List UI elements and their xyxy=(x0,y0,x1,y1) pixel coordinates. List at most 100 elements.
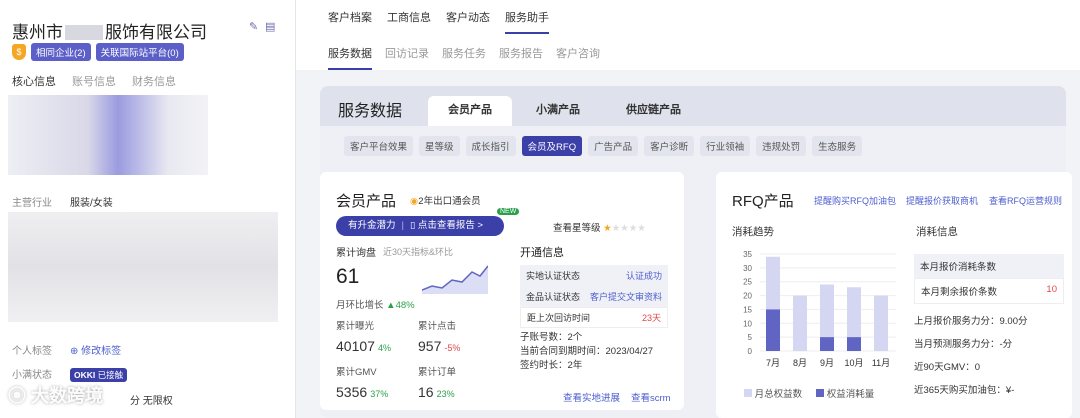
clipboard-icon: ▯ xyxy=(409,220,416,231)
y-tick-label: 20 xyxy=(743,292,752,301)
open-info-title: 开通信息 xyxy=(520,247,564,259)
shield-icon: $ xyxy=(12,44,26,60)
consume-table: 本月报价消耗条数 本月剩余报价条数 10 xyxy=(914,254,1064,304)
okki-badge: OKKI 已接触 xyxy=(70,368,128,382)
xiaoman-label: 小满状态 xyxy=(12,370,52,381)
chip-star-level[interactable]: 星等级 xyxy=(419,136,460,156)
customer-sidebar: 惠州市 服饰有限公司 ✎ ▤ $ 相同企业(2) 关联国际站平台(0) 核心信息 … xyxy=(0,0,296,418)
tab-business-info[interactable]: 工商信息 xyxy=(387,9,431,34)
document-icon[interactable]: ▤ xyxy=(265,20,277,33)
masked-block xyxy=(8,212,278,322)
industry-value: 服装/女装 xyxy=(70,198,113,209)
tab-service-assistant[interactable]: 服务助手 xyxy=(505,9,549,34)
tab-account-info[interactable]: 账号信息 xyxy=(72,73,116,89)
new-badge: NEW xyxy=(497,208,520,215)
consume-row: 本月报价消耗条数 xyxy=(920,262,997,273)
member-title: 会员产品 xyxy=(336,193,397,210)
y-tick-label: 30 xyxy=(743,264,752,273)
masked-text xyxy=(65,25,103,40)
chip-ad-product[interactable]: 广告产品 xyxy=(588,136,639,156)
tab-visit-records[interactable]: 回访记录 xyxy=(385,45,429,70)
tab-member-product[interactable]: 会员产品 xyxy=(428,96,512,126)
consumption-trend-chart: 0 5 10 15 20 25 30 35 7月 8月 9月 10月 11月 xyxy=(743,250,896,368)
tab-service-tasks[interactable]: 服务任务 xyxy=(442,45,486,70)
y-tick-label: 35 xyxy=(743,250,752,259)
panel-title: 服务数据 xyxy=(338,103,403,120)
edit-tag-link[interactable]: ⊕ 修改标签 xyxy=(70,346,121,357)
consume-row: 本月剩余报价条数 10 xyxy=(914,278,1064,304)
view-visit-link[interactable]: 查看实地进展 xyxy=(563,390,620,404)
watermark-logo: ⦿ 大数跨境 xyxy=(8,386,104,406)
tab-service-report[interactable]: 服务报告 xyxy=(499,45,543,70)
related-company-badge[interactable]: 相同企业(2) xyxy=(31,43,91,61)
tab-core-info[interactable]: 核心信息 xyxy=(12,73,56,89)
star-level-link[interactable]: 查看星等级 ★★★★★ xyxy=(553,220,646,234)
bar-total xyxy=(793,295,807,351)
x-tick-label: 11月 xyxy=(872,358,890,368)
stat-orders: 累计订单 16 23% xyxy=(418,367,457,400)
tag-label: 个人标签 xyxy=(12,346,52,357)
y-tick-label: 10 xyxy=(743,319,752,328)
chip-member-rfq[interactable]: 会员及RFQ xyxy=(521,136,583,156)
stat-clicks: 累计点击 957 -5% xyxy=(418,321,461,354)
bar-consumed xyxy=(820,337,834,351)
legend-total: 月总权益数 xyxy=(744,386,802,400)
rfq-rules-link[interactable]: 查看RFQ运营规则 xyxy=(989,194,1062,207)
chart-legend: 月总权益数 权益消耗量 xyxy=(744,386,874,400)
chip-ecosystem[interactable]: 生态服务 xyxy=(812,136,863,156)
open-info-row: 实地认证状态 认证成功 xyxy=(526,271,662,281)
trend-title: 消耗趋势 xyxy=(732,226,774,238)
tab-finance-info[interactable]: 财务信息 xyxy=(132,73,176,89)
member-tag: ◉2年出口通会员 xyxy=(410,196,481,207)
tab-customer-profile[interactable]: 客户档案 xyxy=(328,9,372,34)
y-tick-label: 15 xyxy=(743,305,752,314)
y-tick-label: 25 xyxy=(743,278,752,287)
tab-customer-consult[interactable]: 客户咨询 xyxy=(556,45,600,70)
chip-platform-effect[interactable]: 客户平台效果 xyxy=(344,136,414,156)
stat-exposure: 累计曝光 40107 4% xyxy=(336,321,392,354)
inquiry-value: 61 xyxy=(336,265,360,288)
view-scrm-link[interactable]: 查看scrm xyxy=(631,390,671,404)
inquiry-label: 累计询盘 xyxy=(336,248,376,259)
contract-info: 子账号数：2个 当前合同到期时间：2023/04/27 签约时长：2年 xyxy=(520,332,654,371)
x-tick-label: 7月 xyxy=(766,358,780,368)
chip-violation[interactable]: 违规处罚 xyxy=(756,136,807,156)
chip-industry-leader[interactable]: 行业领袖 xyxy=(700,136,751,156)
top-navigation: 客户档案 工商信息 客户动态 服务助手 服务数据 回访记录 服务任务 服务报告 … xyxy=(296,0,1080,70)
chip-customer-diagnosis[interactable]: 客户诊断 xyxy=(644,136,695,156)
open-info-table: 实地认证状态 认证成功 金品认证状态 客户提交文审资料 距上次回访时间 23天 xyxy=(520,265,668,328)
rfq-title: RFQ产品 xyxy=(732,193,794,210)
company-name: 惠州市 服饰有限公司 xyxy=(12,23,207,42)
x-tick-label: 8月 xyxy=(793,358,807,368)
intl-platform-badge[interactable]: 关联国际站平台(0) xyxy=(95,43,184,61)
tab-service-data[interactable]: 服务数据 xyxy=(328,45,372,70)
remind-quote-link[interactable]: 提醒报价获取商机 xyxy=(906,194,978,207)
y-tick-label: 0 xyxy=(748,347,753,356)
mom-label: 月环比增长 ▲48% xyxy=(336,300,415,311)
stat-gmv: 累计GMV 5356 37% xyxy=(336,367,389,400)
x-tick-label: 10月 xyxy=(844,358,863,368)
bar-consumed xyxy=(847,337,861,351)
legend-consumed: 权益消耗量 xyxy=(816,386,874,400)
tab-customer-dynamics[interactable]: 客户动态 xyxy=(446,9,490,34)
edit-icon[interactable]: ✎ xyxy=(249,20,261,33)
remind-buy-link[interactable]: 提醒购买RFQ加油包 xyxy=(814,194,896,207)
chip-growth-guide[interactable]: 成长指引 xyxy=(465,136,516,156)
open-info-row: 距上次回访时间 23天 xyxy=(520,307,668,328)
tab-supply-chain[interactable]: 供应链产品 xyxy=(606,96,701,126)
inquiry-sub: 近30天指标&环比 xyxy=(383,247,454,257)
consume-title: 消耗信息 xyxy=(916,226,958,238)
bar-consumed xyxy=(766,309,780,351)
panel-header: 服务数据 会员产品 小满产品 供应链产品 xyxy=(320,86,1066,126)
open-info-row: 金品认证状态 客户提交文审资料 xyxy=(526,292,662,302)
y-tick-label: 5 xyxy=(748,333,753,342)
inquiry-sparkline xyxy=(422,265,488,294)
report-button[interactable]: 有升金潜力 | ▯ 点击查看报告 > xyxy=(336,216,504,236)
bar-total xyxy=(874,295,888,351)
masked-block xyxy=(8,95,208,175)
bottom-text: 分 无限权 xyxy=(130,396,173,407)
industry-label: 主营行业 xyxy=(12,198,52,209)
tab-xiaoman-product[interactable]: 小满产品 xyxy=(516,96,600,126)
x-tick-label: 9月 xyxy=(820,358,834,368)
rfq-stats: 上月报价服务力分：9.00分 当月预测服务力分：-分 近90天GMV：0 近365天购… xyxy=(914,316,1028,396)
